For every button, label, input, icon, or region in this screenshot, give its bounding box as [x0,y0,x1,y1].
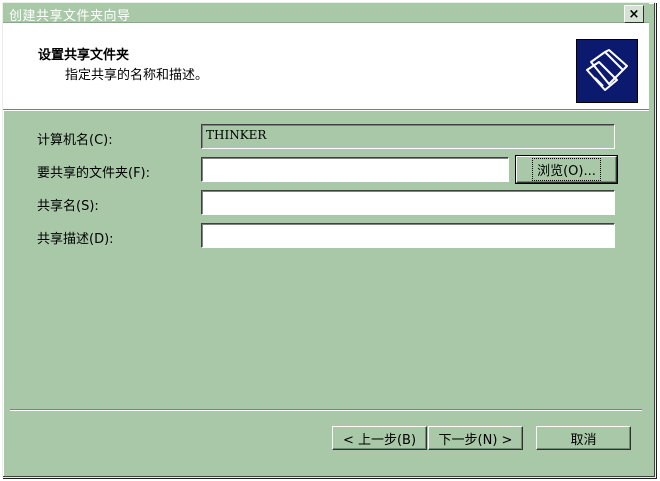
computer-name-label: 计算机名(C): [37,133,113,148]
share-name-label: 共享名(S): [37,199,99,214]
next-button[interactable]: 下一步(N) > [428,426,523,450]
share-description-label: 共享描述(D): [37,232,114,247]
shared-folder-icon [576,39,638,103]
folder-label: 要共享的文件夹(F): [37,166,151,181]
close-button[interactable]: × [624,5,644,23]
window-title: 创建共享文件夹向导 [9,9,131,24]
page-subtitle: 指定共享的名称和描述。 [65,68,209,83]
browse-button[interactable]: 浏览(O)... [515,155,618,184]
footer-divider [10,409,642,411]
cancel-button[interactable]: 取消 [536,426,631,450]
wizard-header: 设置共享文件夹 指定共享的名称和描述。 [3,23,649,110]
computer-name-field: THINKER [201,124,615,149]
folder-path-input[interactable] [201,157,509,182]
share-description-input[interactable] [201,223,615,248]
header-divider [3,110,649,111]
close-icon: × [628,6,640,22]
page-title: 设置共享文件夹 [38,48,130,63]
title-bar[interactable]: 创建共享文件夹向导 × [3,3,649,24]
share-name-input[interactable] [201,190,615,215]
back-button[interactable]: < 上一步(B) [332,426,427,450]
browse-label: 浏览(O)... [532,158,601,181]
